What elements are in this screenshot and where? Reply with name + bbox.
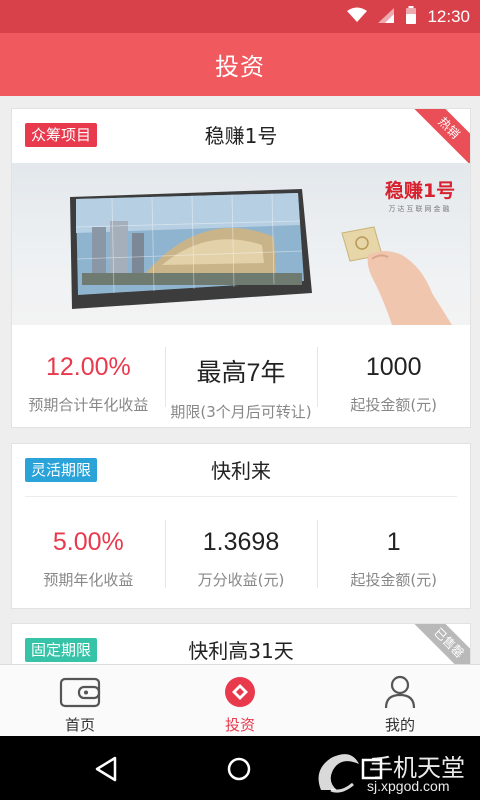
watermark: 手机天堂 sj.xpgod.com bbox=[311, 748, 476, 796]
stat-value: 5.00% bbox=[52, 528, 124, 556]
wifi-icon bbox=[347, 7, 368, 27]
tab-label: 投资 bbox=[224, 716, 255, 734]
status-time: 12:30 bbox=[427, 7, 470, 26]
stat-yield: 12.00% 预期合计年化收益 bbox=[12, 325, 165, 427]
stat-value: 1 bbox=[386, 528, 401, 556]
bottom-tab-bar: 首页 投资 我的 bbox=[0, 664, 480, 736]
page-title: 投资 bbox=[215, 53, 265, 81]
stat-value: 12.00% bbox=[45, 353, 131, 381]
product-tag: 固定期限 bbox=[25, 638, 98, 662]
product-tag: 众筹项目 bbox=[25, 123, 98, 147]
card-header: 稳赚1号 众筹项目 bbox=[12, 109, 470, 163]
invest-icon bbox=[218, 675, 262, 709]
stat-per-10k: 1.3698 万分收益(元) bbox=[164, 498, 318, 608]
stat-min-amount: 1 起投金额(元) bbox=[317, 498, 470, 608]
tab-home[interactable]: 首页 bbox=[0, 665, 160, 736]
card-header: 快利高31天 固定期限 bbox=[12, 624, 470, 664]
stat-label: 期限(3个月后可转让) bbox=[170, 403, 312, 421]
user-icon bbox=[378, 675, 422, 709]
battery-icon bbox=[405, 6, 417, 28]
stat-label: 万分收益(元) bbox=[197, 571, 285, 589]
tab-invest[interactable]: 投资 bbox=[160, 665, 320, 736]
product-card-wenzhuan[interactable]: 稳赚1号 众筹项目 热销 稳赚1号 万达互联网金融 12.00% 预期合计年化收… bbox=[11, 108, 471, 428]
stat-label: 起投金额(元) bbox=[350, 396, 438, 414]
stat-label: 起投金额(元) bbox=[350, 571, 438, 589]
divider bbox=[25, 496, 457, 497]
card-header: 快利来 灵活期限 bbox=[12, 444, 470, 498]
system-nav-bar: 手机天堂 sj.xpgod.com bbox=[0, 736, 480, 800]
banner-slogan: 万达互联网金融 bbox=[389, 204, 452, 213]
app-header: 投资 bbox=[0, 33, 480, 96]
signal-icon bbox=[377, 7, 395, 27]
stat-value: 最高7年 bbox=[196, 359, 286, 387]
product-stats: 12.00% 预期合计年化收益 最高7年 期限(3个月后可转让) 1000 起投… bbox=[12, 325, 470, 427]
stat-min-amount: 1000 起投金额(元) bbox=[317, 325, 470, 427]
product-banner[interactable]: 稳赚1号 万达互联网金融 bbox=[12, 163, 470, 325]
stat-label: 预期合计年化收益 bbox=[28, 396, 149, 414]
status-bar: 12:30 bbox=[0, 0, 480, 33]
watermark-url: sj.xpgod.com bbox=[367, 778, 450, 794]
stat-yield: 5.00% 预期年化收益 bbox=[12, 498, 165, 608]
stat-label: 预期年化收益 bbox=[43, 571, 134, 589]
wallet-icon bbox=[58, 675, 102, 709]
back-icon[interactable] bbox=[88, 752, 124, 786]
product-list: 稳赚1号 众筹项目 热销 稳赚1号 万达互联网金融 12.00% 预期合计年化收… bbox=[0, 96, 480, 664]
tab-label: 我的 bbox=[384, 716, 415, 734]
banner-brand: 稳赚1号 bbox=[385, 179, 455, 202]
stat-term: 最高7年 期限(3个月后可转让) bbox=[164, 325, 318, 427]
product-card-kuaililai[interactable]: 快利来 灵活期限 5.00% 预期年化收益 1.3698 万分收益(元) 1 起… bbox=[11, 443, 471, 609]
product-stats: 5.00% 预期年化收益 1.3698 万分收益(元) 1 起投金额(元) bbox=[12, 498, 470, 608]
product-tag: 灵活期限 bbox=[25, 458, 98, 482]
home-icon[interactable] bbox=[221, 752, 257, 786]
stat-value: 1000 bbox=[365, 353, 422, 381]
tab-label: 首页 bbox=[64, 716, 95, 734]
tab-mine[interactable]: 我的 bbox=[320, 665, 480, 736]
product-card-kuailigao[interactable]: 快利高31天 固定期限 已售罄 bbox=[11, 623, 471, 664]
stat-value: 1.3698 bbox=[202, 528, 280, 556]
